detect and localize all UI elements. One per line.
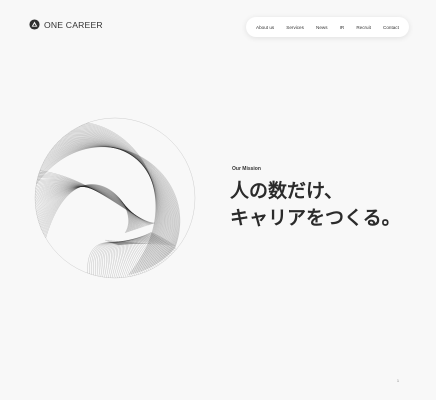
nav-item-about-us[interactable]: About us [256, 25, 274, 30]
mission-headline: 人の数だけ、 キャリアをつくる。 [230, 178, 401, 232]
brand-logo[interactable]: ONE CAREER [29, 19, 103, 30]
nav-item-services[interactable]: Services [286, 25, 304, 30]
logo-mark-icon [29, 19, 40, 30]
headline-line-2: キャリアをつくる。 [230, 207, 401, 229]
nav-item-recruit[interactable]: Recruit [356, 25, 371, 30]
main-nav: About us Services News IR Recruit Contac… [246, 17, 409, 37]
brand-name: ONE CAREER [44, 19, 103, 30]
wireframe-sphere-art [34, 117, 196, 279]
headline-line-1: 人の数だけ、 [230, 180, 344, 202]
nav-item-ir[interactable]: IR [340, 25, 345, 30]
nav-item-news[interactable]: News [316, 25, 328, 30]
page-indicator: 1 [397, 379, 399, 383]
nav-item-contact[interactable]: Contact [383, 25, 399, 30]
mission-label: Our Mission [232, 166, 261, 172]
page: ONE CAREER About us Services News IR Rec… [0, 0, 436, 400]
